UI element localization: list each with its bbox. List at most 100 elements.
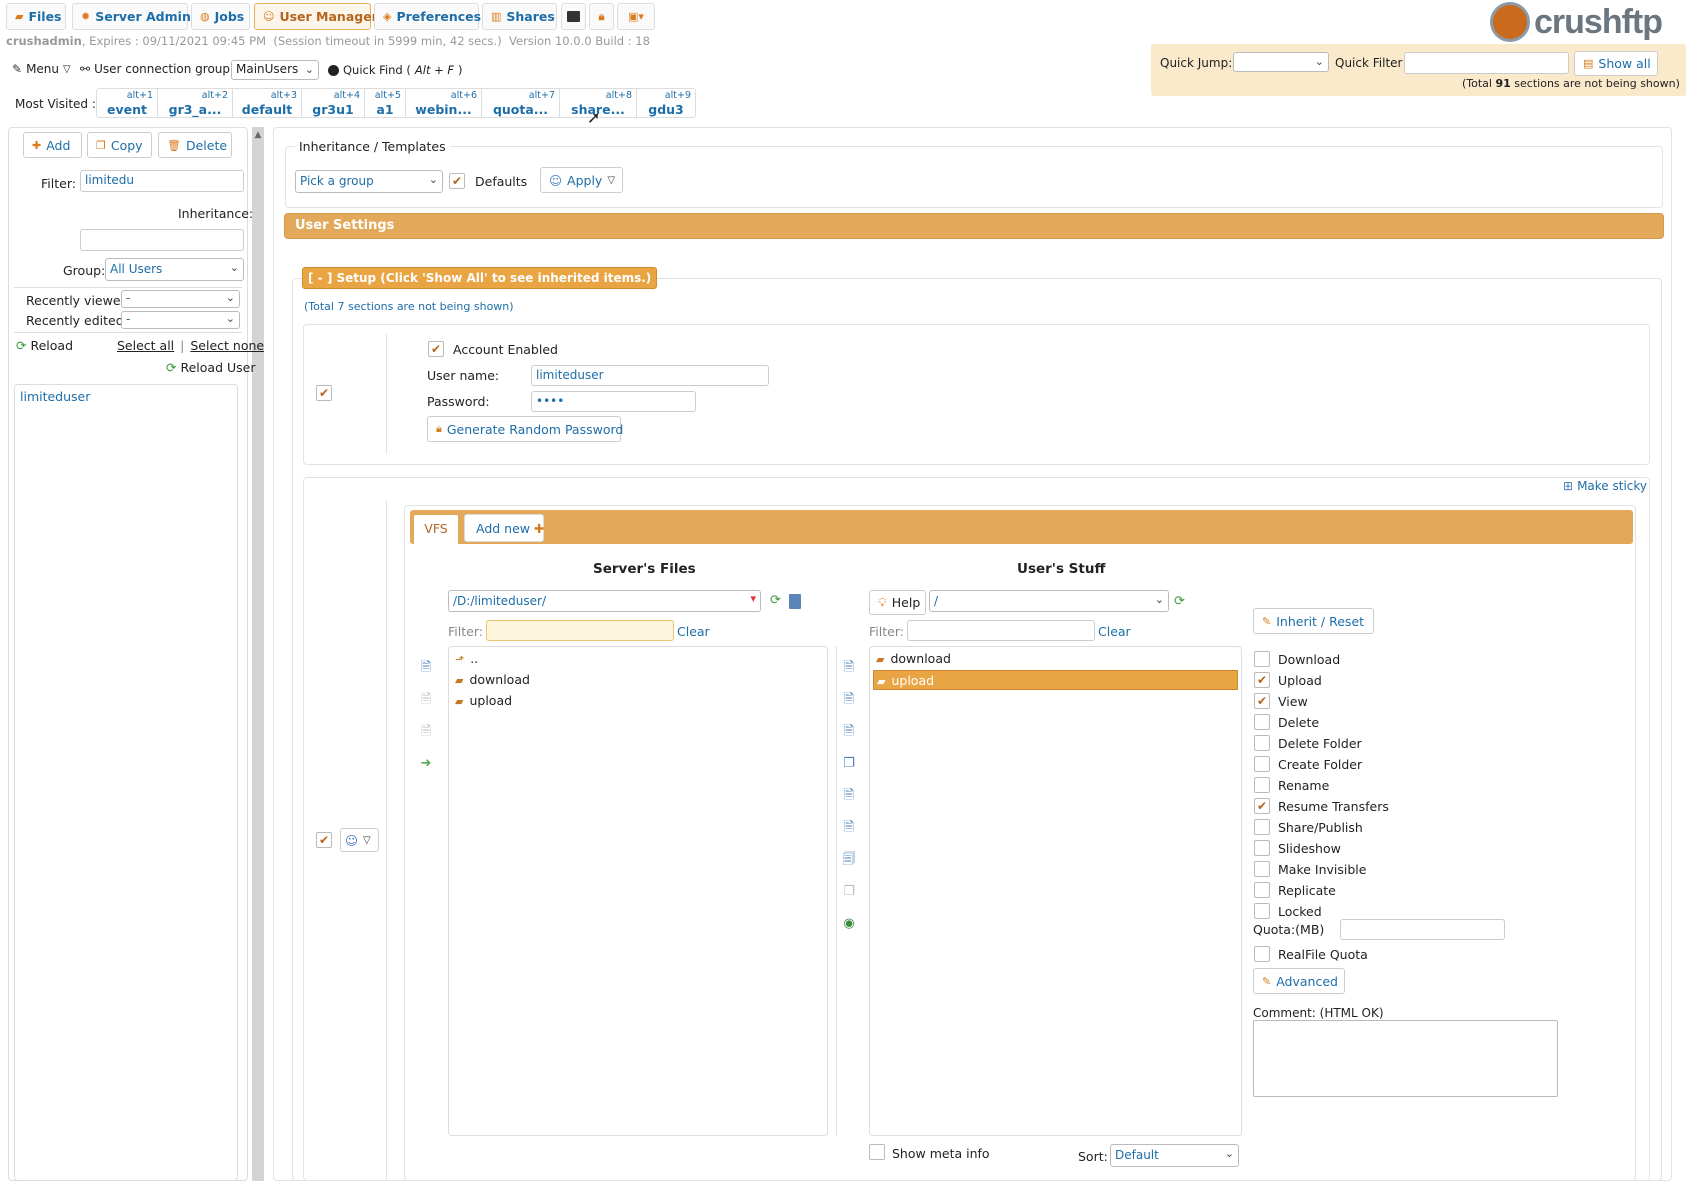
add-user-button[interactable]: ✚ Add <box>23 132 82 158</box>
new-folder-icon[interactable]: 🗎 <box>841 692 857 708</box>
sort-select[interactable]: Default ⌄ <box>1110 1144 1239 1167</box>
reload-user-button[interactable]: ⟳ Reload User <box>166 360 255 375</box>
quota-input[interactable] <box>1340 919 1505 940</box>
most-visited-item[interactable]: alt+6 webin... <box>406 89 482 117</box>
select-all-link[interactable]: Select all <box>117 338 174 353</box>
tab-shares[interactable]: ▥ Shares <box>482 3 557 30</box>
tab-preferences[interactable]: ◈ Preferences <box>374 3 481 30</box>
make-sticky-button[interactable]: ⊞ Make sticky <box>1563 479 1647 493</box>
permission-checkbox[interactable]: ✔ <box>1254 672 1270 688</box>
tab-jobs[interactable]: ◍ Jobs <box>191 3 250 30</box>
account-enabled-checkbox[interactable]: ✔ <box>428 341 444 357</box>
pick-group-select[interactable]: Pick a group ⌄ <box>295 170 443 193</box>
recently-viewed-select[interactable]: - ⌄ <box>121 290 240 308</box>
user-filter-input[interactable] <box>907 620 1095 641</box>
list-item-selected[interactable]: ▰ upload <box>873 670 1238 690</box>
permission-delete[interactable]: Delete <box>1254 713 1319 731</box>
permission-checkbox[interactable] <box>1254 840 1270 856</box>
username-input[interactable]: limiteduser <box>531 365 769 386</box>
account-section-checkbox[interactable]: ✔ <box>316 385 332 401</box>
help-button[interactable]: 💡︎ Help <box>869 590 926 615</box>
multi-page-icon[interactable]: 🗐 <box>841 852 857 868</box>
most-visited-item[interactable]: alt+1 event <box>97 89 158 117</box>
permission-create-folder[interactable]: Create Folder <box>1254 755 1362 773</box>
list-item[interactable]: ▰ upload <box>455 693 512 708</box>
list-item[interactable]: ▰ download <box>876 651 951 666</box>
advanced-button[interactable]: ✎ Advanced <box>1253 968 1345 994</box>
delete-item-icon[interactable]: 🗎 <box>841 820 857 836</box>
arrow-right-icon[interactable]: ➜ <box>418 756 434 772</box>
defaults-checkbox[interactable]: ✔ <box>449 173 465 189</box>
scroll-up-icon[interactable]: ▲ <box>252 130 264 140</box>
image-menu-button[interactable]: ▣▾ <box>617 3 655 30</box>
permission-checkbox[interactable] <box>1254 819 1270 835</box>
quick-find-button[interactable]: Quick Find (Alt + F) <box>328 63 463 77</box>
remove-item-icon[interactable]: 🗎 <box>418 724 434 740</box>
add-item-icon[interactable]: 🗎 <box>418 660 434 676</box>
tab-add-new[interactable]: Add new ✚ <box>464 514 544 542</box>
permission-resume-transfers[interactable]: ✔ Resume Transfers <box>1254 797 1389 815</box>
permission-checkbox[interactable] <box>1254 882 1270 898</box>
globe-icon[interactable]: ◉ <box>841 916 857 932</box>
permission-download[interactable]: Download <box>1254 650 1340 668</box>
tab-server-admin[interactable]: ✹ Server Admin <box>72 3 191 30</box>
refresh-icon[interactable]: ⟳ <box>770 593 781 608</box>
lock-button[interactable]: 🔒︎ <box>589 3 614 30</box>
reload-button[interactable]: ⟳ Reload <box>16 338 73 353</box>
delete-user-button[interactable]: 🗑︎ Delete <box>158 132 232 158</box>
user-filter-input[interactable]: limitedu <box>80 170 244 192</box>
paste-icon[interactable]: ❐ <box>841 884 857 900</box>
tab-files[interactable]: ▰ Files <box>6 3 66 30</box>
permission-checkbox[interactable] <box>1254 777 1270 793</box>
permission-share-publish[interactable]: Share/Publish <box>1254 818 1363 836</box>
permission-checkbox[interactable] <box>1254 861 1270 877</box>
tab-vfs[interactable]: VFS <box>413 514 459 544</box>
user-filter-clear[interactable]: Clear <box>1098 624 1131 639</box>
quick-jump-select[interactable]: ⌄ <box>1233 52 1329 72</box>
permission-make-invisible[interactable]: Make Invisible <box>1254 860 1366 878</box>
server-filter-clear[interactable]: Clear <box>677 624 710 639</box>
realfile-quota-checkbox[interactable] <box>1254 946 1270 962</box>
permission-slideshow[interactable]: Slideshow <box>1254 839 1341 857</box>
permission-locked[interactable]: Locked <box>1254 902 1322 920</box>
realfile-quota-row[interactable]: RealFile Quota <box>1254 945 1368 963</box>
menu-toggle[interactable]: ✎ Menu ▽ <box>12 62 71 76</box>
tab-user-manager[interactable]: ☺ User Manager <box>254 3 378 30</box>
permission-replicate[interactable]: Replicate <box>1254 881 1336 899</box>
most-visited-item[interactable]: alt+3 default <box>233 89 302 117</box>
refresh-icon[interactable]: ⟳ <box>1174 594 1185 609</box>
password-input[interactable]: •••• <box>531 391 696 412</box>
setup-toggle[interactable]: [ - ] Setup (Click 'Show All' to see inh… <box>302 267 658 289</box>
comment-textarea[interactable] <box>1253 1020 1558 1097</box>
generate-password-button[interactable]: 🔒︎ Generate Random Password <box>427 416 623 442</box>
connection-group-select[interactable]: MainUsers ⌄ <box>231 60 319 80</box>
page-icon[interactable]: 🗎 <box>841 788 857 804</box>
list-item[interactable]: ⬏.. <box>455 651 478 666</box>
permission-upload[interactable]: ✔ Upload <box>1254 671 1322 689</box>
group-select[interactable]: All Users ⌄ <box>105 258 244 281</box>
user-path-select[interactable]: / ⌄ <box>929 590 1169 612</box>
copy-user-button[interactable]: ❐ Copy <box>87 132 152 158</box>
list-item[interactable]: limiteduser <box>20 389 90 404</box>
inherit-reset-button[interactable]: ✎ Inherit / Reset <box>1253 608 1374 634</box>
inheritance-input[interactable] <box>80 229 244 251</box>
terminal-button[interactable] <box>561 3 586 30</box>
most-visited-item[interactable]: alt+9 gdu3 <box>637 89 695 117</box>
rename-icon[interactable]: 🗎 <box>841 724 857 740</box>
most-visited-item[interactable]: alt+2 gr3_a... <box>158 89 233 117</box>
server-filter-input[interactable] <box>486 620 674 641</box>
most-visited-item[interactable]: alt+5 a1 <box>365 89 406 117</box>
permission-checkbox[interactable] <box>1254 756 1270 772</box>
apply-button[interactable]: ☺ Apply ▽ <box>540 167 623 193</box>
vfs-user-menu-button[interactable]: ☺ ▽ <box>340 828 379 852</box>
permission-rename[interactable]: Rename <box>1254 776 1329 794</box>
select-none-link[interactable]: Select none <box>190 338 264 353</box>
quick-filter-input[interactable] <box>1404 52 1569 74</box>
duplicate-icon[interactable]: ❐ <box>841 756 857 772</box>
show-all-button[interactable]: ▤ Show all <box>1574 51 1658 76</box>
permission-checkbox[interactable]: ✔ <box>1254 693 1270 709</box>
server-path-select[interactable]: /D:/limiteduser/▾ <box>448 590 761 612</box>
show-meta-checkbox[interactable] <box>869 1144 885 1160</box>
browse-icon[interactable] <box>789 594 801 609</box>
recently-edited-select[interactable]: - ⌄ <box>121 311 240 329</box>
